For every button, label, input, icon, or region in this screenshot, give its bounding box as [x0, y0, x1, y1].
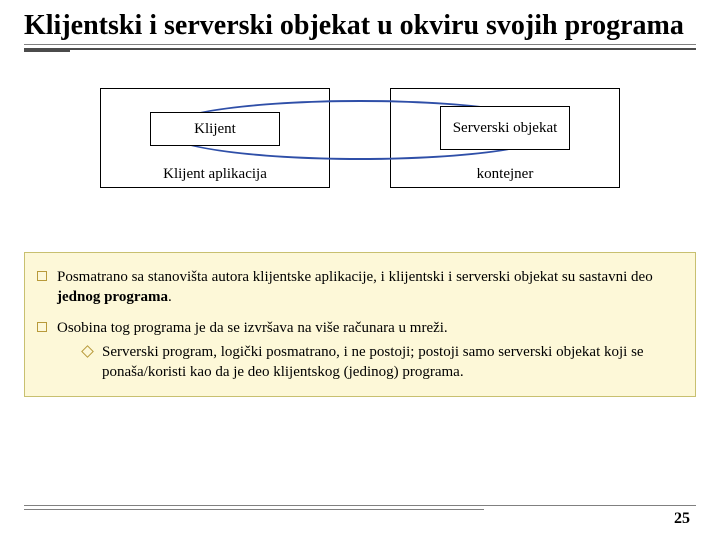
server-object-label: Serverski objekat	[453, 120, 558, 137]
bullet-1: Posmatrano sa stanovišta autora klijents…	[37, 267, 683, 308]
page-number: 25	[674, 510, 690, 528]
slide-title: Klijentski i serverski objekat u okviru …	[24, 10, 696, 42]
notes-panel: Posmatrano sa stanovišta autora klijents…	[24, 252, 696, 397]
bullet-2: Osobina tog programa je da se izvršava n…	[37, 318, 683, 383]
sub-bullet-1-text: Serverski program, logički posmatrano, i…	[102, 342, 683, 383]
square-bullet-icon	[37, 322, 47, 332]
server-object-box: Serverski objekat	[440, 106, 570, 150]
footer-rule	[24, 505, 696, 506]
container-caption: kontejner	[391, 166, 619, 183]
title-rule	[24, 44, 696, 52]
diagram: Klijent aplikacija kontejner Klijent Ser…	[100, 88, 620, 218]
client-app-caption: Klijent aplikacija	[101, 166, 329, 183]
bullet-1-text: Posmatrano sa stanovišta autora klijents…	[57, 267, 683, 308]
client-object-label: Klijent	[194, 121, 236, 138]
client-object-box: Klijent	[150, 112, 280, 146]
diamond-bullet-icon	[81, 345, 94, 358]
footer-rule-short	[24, 509, 484, 510]
sub-bullet-1: Serverski program, logički posmatrano, i…	[83, 342, 683, 383]
square-bullet-icon	[37, 271, 47, 281]
bullet-2-text: Osobina tog programa je da se izvršava n…	[57, 320, 448, 336]
